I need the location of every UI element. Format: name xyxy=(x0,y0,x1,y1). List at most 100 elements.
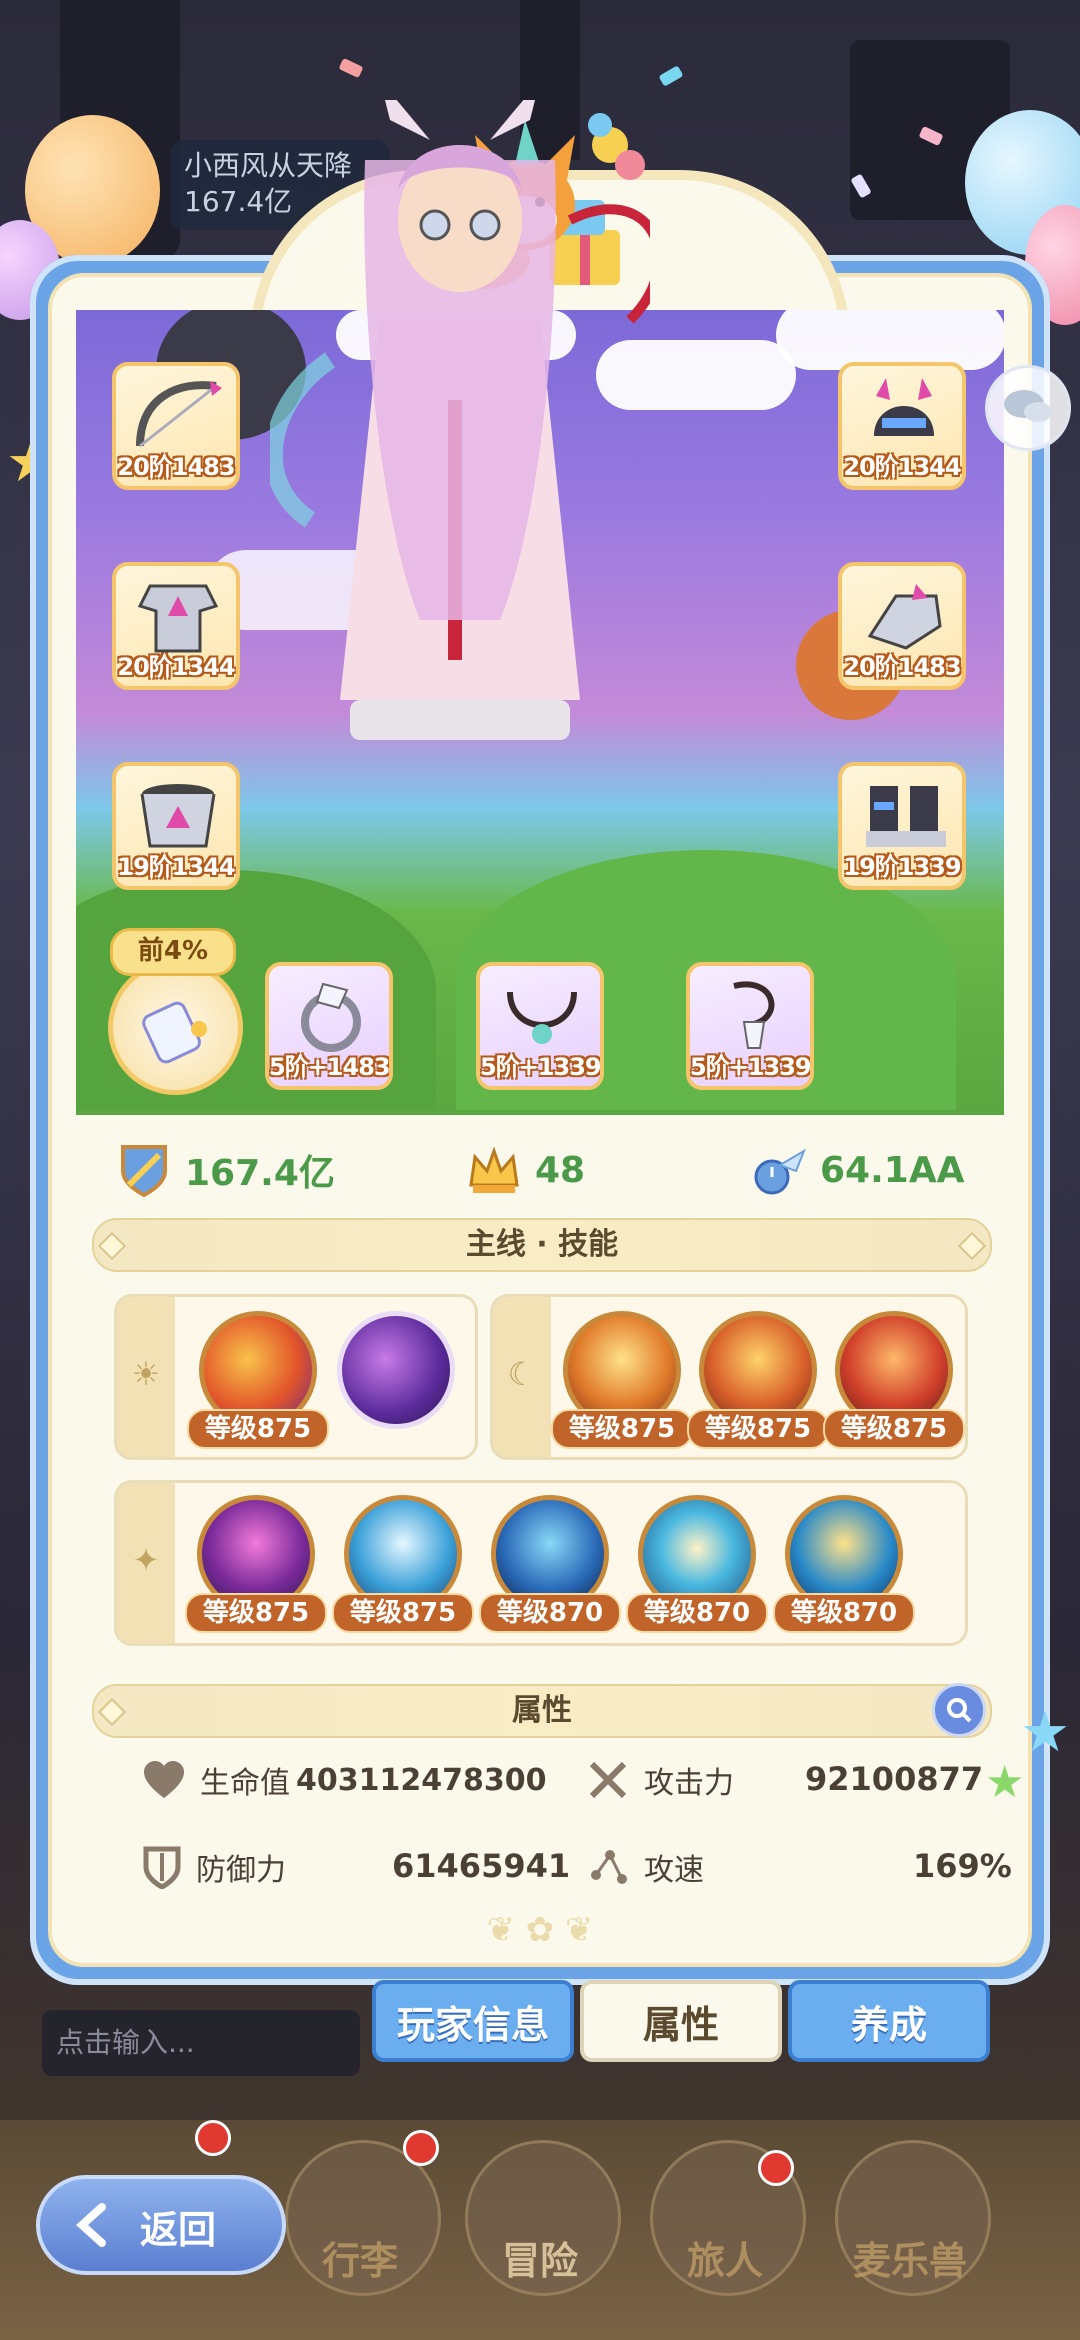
helmet-icon xyxy=(874,378,934,436)
skill-slot[interactable]: 等级875 xyxy=(332,1495,474,1633)
nav-item-adventure[interactable]: 冒险 xyxy=(465,2130,621,2320)
header-diamond-left xyxy=(97,1231,127,1261)
chat-bubble-button[interactable] xyxy=(985,365,1071,451)
tab-develop[interactable]: 养成 xyxy=(788,1980,990,2062)
crown-icon xyxy=(469,1146,519,1193)
winged-clock-icon xyxy=(754,1148,807,1195)
charm-icon xyxy=(733,981,775,1049)
nav-label: 行李 xyxy=(321,2239,398,2283)
bottom-ornament: ❦ ✿ ❦ xyxy=(486,1910,594,1950)
shield-sword-icon xyxy=(121,1145,167,1198)
skills-section-title: 主线 · 技能 xyxy=(465,1227,619,1262)
equip-level: 20阶1483 xyxy=(843,653,961,681)
attack-speed-attribute: 攻速 xyxy=(586,1842,704,1892)
defense-attribute: 防御力 xyxy=(142,1842,286,1892)
accessory-slot-necklace[interactable]: 5阶+1339 xyxy=(476,962,604,1090)
nav-item-pets[interactable]: 麦乐兽 xyxy=(835,2130,991,2320)
skill-group-tab: ✦ xyxy=(117,1483,175,1643)
skill-slot[interactable]: 等级870 xyxy=(626,1495,768,1633)
skill-group-tab: ☀ xyxy=(117,1297,175,1457)
boots-icon xyxy=(866,786,946,847)
attack-value: 92100877 xyxy=(805,1760,984,1798)
skill-slot[interactable]: 等级870 xyxy=(773,1495,915,1633)
skill-slot[interactable] xyxy=(333,1311,459,1437)
defense-value: 61465941 xyxy=(392,1847,571,1885)
back-arrow-icon xyxy=(76,2203,106,2247)
accessory-level: 5阶+1483 xyxy=(269,1053,390,1081)
tab-attributes[interactable]: 属性 xyxy=(580,1980,782,2062)
speed-value: 64.1AA xyxy=(820,1149,965,1191)
nav-label: 旅人 xyxy=(686,2239,763,2283)
belt-armor-icon xyxy=(140,784,216,848)
skill-level: 等级870 xyxy=(773,1593,915,1633)
nav-label: 麦乐兽 xyxy=(852,2239,967,2283)
header-diamond-right xyxy=(957,1231,987,1261)
equip-slot-weapon[interactable]: 20阶1483 xyxy=(112,362,240,490)
skill-slot[interactable]: 等级875 xyxy=(823,1311,965,1449)
nav-item-luggage[interactable]: 行李 xyxy=(285,2130,441,2320)
necklace-icon xyxy=(507,991,577,1044)
skill-level: 等级875 xyxy=(823,1409,965,1449)
skill-level: 等级875 xyxy=(687,1409,829,1449)
attack-speed-label: 攻速 xyxy=(644,1853,704,1888)
star-icon: ★ xyxy=(1020,1700,1071,1765)
attribute-search-button[interactable] xyxy=(932,1683,986,1737)
equip-level: 19阶1344 xyxy=(117,853,235,881)
skill-slot[interactable]: 等级875 xyxy=(187,1311,329,1449)
skill-level: 等级875 xyxy=(185,1593,327,1633)
skill-slot[interactable]: 等级875 xyxy=(185,1495,327,1633)
rank-percentile-badge: 前4% xyxy=(110,928,236,976)
power-stat: 167.4亿 xyxy=(115,1140,335,1200)
equip-level: 20阶1483 xyxy=(117,453,235,481)
player-character-avatar xyxy=(270,100,650,740)
accessory-level: 5阶+1339 xyxy=(480,1053,601,1081)
star-icon: ★ xyxy=(985,1757,1025,1808)
accessory-slot-charm[interactable]: 5阶+1339 xyxy=(686,962,814,1090)
accessory-level: 5阶+1339 xyxy=(690,1053,811,1081)
notification-dot xyxy=(758,2150,794,2186)
tab-player-info[interactable]: 玩家信息 xyxy=(372,1980,574,2062)
magnifier-icon xyxy=(947,1698,972,1723)
skill-group-tab: ☾ xyxy=(493,1297,551,1457)
attack-speed-value: 169% xyxy=(913,1847,1012,1885)
speed-stat: 64.1AA xyxy=(750,1140,965,1200)
skill-group-moon: ☾ 等级875 等级875 等级875 xyxy=(490,1294,968,1460)
equip-slot-armor[interactable]: 20阶1344 xyxy=(112,562,240,690)
artifact-scroll-slot[interactable] xyxy=(108,960,243,1095)
crossed-swords-icon xyxy=(589,1761,627,1799)
defense-label: 防御力 xyxy=(196,1853,286,1888)
speed-nodes-icon xyxy=(591,1850,627,1884)
nav-label: 冒险 xyxy=(501,2239,578,2283)
sun-icon: ☀ xyxy=(131,1355,161,1393)
equip-slot-gauntlet[interactable]: 20阶1483 xyxy=(838,562,966,690)
nav-item-travelers[interactable]: 旅人 xyxy=(650,2130,806,2320)
accessory-slot-ring[interactable]: 5阶+1483 xyxy=(265,962,393,1090)
equip-level: 19阶1339 xyxy=(843,853,961,881)
crown-stat: 48 xyxy=(465,1140,585,1200)
cloud xyxy=(776,310,1004,370)
equip-slot-boots[interactable]: 19阶1339 xyxy=(838,762,966,890)
bow-weapon-icon xyxy=(136,381,222,448)
back-button[interactable]: 返回 xyxy=(36,2175,286,2275)
attack-label: 攻击力 xyxy=(644,1766,734,1801)
attributes-section-header: 属性 xyxy=(92,1684,992,1738)
notification-dot xyxy=(403,2130,439,2166)
chat-input[interactable]: 点击输入... xyxy=(42,2010,360,2076)
chest-armor-icon xyxy=(137,584,219,653)
skill-level: 等级875 xyxy=(332,1593,474,1633)
skill-level: 等级870 xyxy=(626,1593,768,1633)
skill-slot[interactable]: 等级875 xyxy=(551,1311,693,1449)
gauntlet-icon xyxy=(867,584,942,650)
skill-slot[interactable]: 等级870 xyxy=(479,1495,621,1633)
shield-icon xyxy=(143,1846,181,1889)
equip-slot-belt[interactable]: 19阶1344 xyxy=(112,762,240,890)
heart-icon xyxy=(144,1761,184,1798)
skill-level: 等级875 xyxy=(551,1409,693,1449)
skill-group-star: ✦ 等级875 等级875 等级870 等级870 等级870 xyxy=(114,1480,968,1646)
sparkle-icon: ✦ xyxy=(132,1541,160,1579)
crown-level-value: 48 xyxy=(535,1149,586,1191)
skill-slot[interactable]: 等级875 xyxy=(687,1311,829,1449)
skill-level: 等级870 xyxy=(479,1593,621,1633)
moon-icon: ☾ xyxy=(507,1355,537,1393)
equip-slot-helmet[interactable]: 20阶1344 xyxy=(838,362,966,490)
